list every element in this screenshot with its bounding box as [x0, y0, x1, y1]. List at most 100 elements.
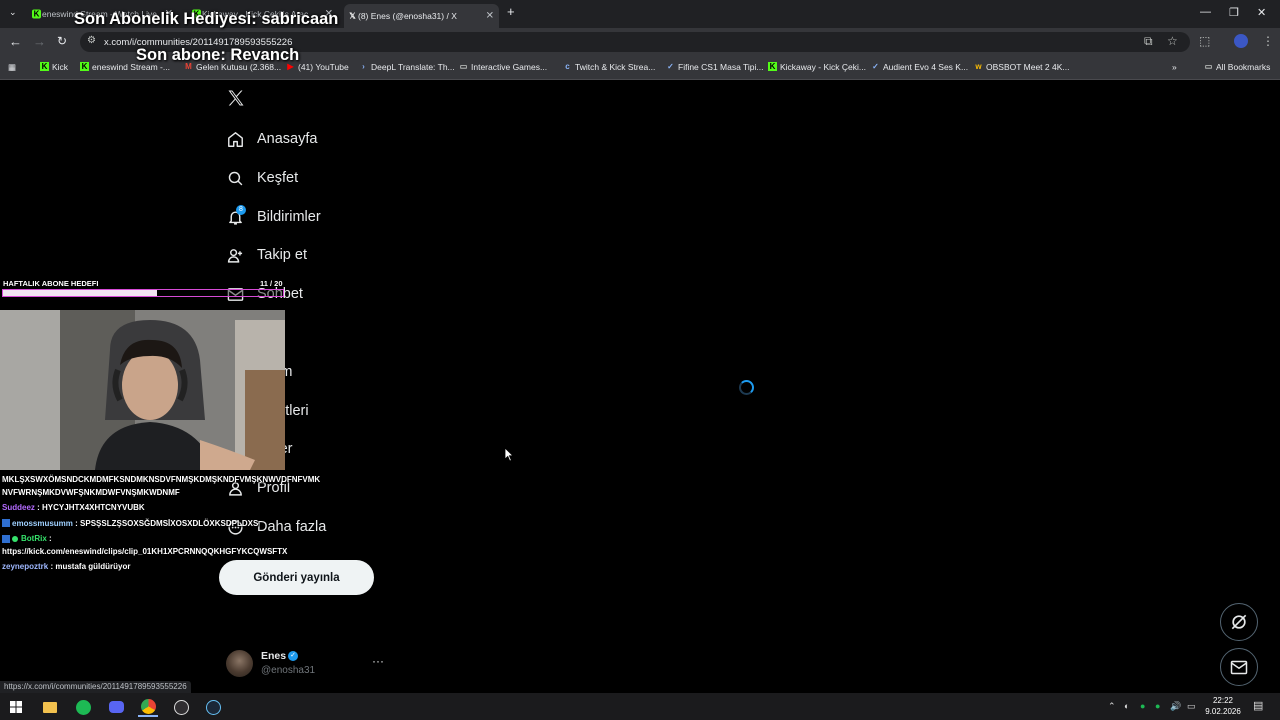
overlay-last-sub: Son abone: Revanch [136, 46, 300, 64]
forward-button[interactable]: → [33, 34, 46, 49]
screen: ⌄ K eneswind Stream - Watch Live ✕ K Kic… [0, 0, 1280, 720]
restore-button[interactable]: ❐ [1229, 6, 1239, 19]
cast-icon[interactable]: ⧉ [1144, 34, 1153, 49]
windows-taskbar: ⌃ ◐ ● ● 🔊 ▭ 22:22 9.02.2026 ▤ [0, 693, 1280, 720]
tab-label: (8) Enes (@enosha31) / X [358, 11, 457, 21]
notification-center-icon[interactable]: ▤ [1253, 699, 1263, 712]
new-tab-button[interactable]: + [507, 4, 515, 19]
nav-explore[interactable]: Keşfet [226, 163, 298, 193]
profile-avatar[interactable] [1234, 34, 1248, 48]
chat-username: zeynepoztrk [2, 562, 49, 571]
nav-home[interactable]: Anasayfa [226, 124, 317, 154]
extensions-icon[interactable]: ⬚ [1199, 34, 1210, 48]
back-button[interactable]: ← [9, 34, 22, 49]
status-bar-url: https://x.com/i/communities/201149178959… [0, 681, 191, 693]
bookmark-item[interactable]: ✓ Fifine CS1 Masa Tipi... [666, 62, 763, 72]
kick-icon: K [32, 9, 41, 19]
kick-icon: K [80, 62, 89, 71]
games-icon: ▭ [459, 62, 468, 71]
webcam-feed [0, 310, 285, 470]
page-scrollbar[interactable] [1270, 81, 1280, 693]
site-info-icon[interactable]: ⚙ [87, 35, 96, 46]
grok-float-button[interactable] [1220, 603, 1258, 641]
account-switcher[interactable]: Enes ✓ @enosha31 ··· [226, 648, 386, 680]
overlay-last-gift-sub: Son Abonelik Hediyesi: sabricaan [74, 10, 339, 28]
file-explorer-icon[interactable] [40, 697, 60, 717]
chat-message: https://kick.com/eneswind/clips/clip_01K… [2, 546, 288, 556]
chat-username: BotRix [21, 534, 47, 543]
apps-icon[interactable]: ▦ [8, 62, 16, 73]
messages-float-button[interactable] [1220, 648, 1258, 686]
cp-icon: c [565, 62, 570, 71]
bookmark-star-icon[interactable]: ☆ [1167, 34, 1178, 48]
badge-icon [2, 519, 10, 528]
nav-label: Anasayfa [257, 131, 318, 147]
discord-icon[interactable] [106, 697, 126, 717]
close-window-button[interactable]: ✕ [1257, 6, 1266, 19]
bookmark-item[interactable]: K Kick [40, 62, 68, 72]
windows-logo-icon [10, 701, 22, 713]
tab-search-icon[interactable]: ⌄ [9, 7, 17, 18]
obs-icon[interactable] [171, 697, 191, 717]
close-icon[interactable]: ✕ [486, 11, 494, 22]
check-icon: ✓ [872, 62, 879, 71]
bookmark-item[interactable]: c Twitch & Kick Strea... [563, 62, 655, 72]
bookmark-item[interactable]: K Kickaway - Kick Çeki... [768, 62, 866, 72]
more-bookmarks-icon[interactable]: » [1172, 62, 1177, 72]
grok-icon [1231, 614, 1247, 630]
steam-icon[interactable] [203, 697, 223, 717]
search-icon [226, 169, 244, 187]
add-user-icon [226, 246, 244, 264]
start-button[interactable] [6, 697, 26, 717]
reload-button[interactable]: ↻ [57, 34, 67, 48]
spotify-tray-icon[interactable]: ● [1155, 701, 1160, 711]
x-icon: 𝕏 [349, 11, 356, 21]
chat-message: NVFWRNŞMKDVWFŞNKMDWFVNŞMKWDNMF [2, 487, 180, 497]
nav-label: Takip et [257, 247, 307, 263]
sub-goal-fill [3, 290, 157, 296]
chat-message: emossmusumm : SPSŞSLZŞSOXSĞDMSİXOSXDLÖXK… [2, 518, 342, 531]
all-bookmarks[interactable]: ▭ All Bookmarks [1204, 62, 1271, 72]
spotify-icon[interactable] [73, 697, 93, 717]
x-logo-icon[interactable] [226, 88, 246, 108]
account-handle: @enosha31 [261, 665, 316, 676]
nav-follow[interactable]: Takip et [226, 240, 307, 270]
chat-message: Suddeez : HYCYJHTX4XHTCNYVUBK [2, 503, 145, 512]
kick-icon: K [40, 62, 49, 71]
mouse-cursor-icon [504, 447, 514, 462]
sub-goal-count: 11 / 20 [260, 279, 283, 288]
notification-badge: 8 [236, 205, 246, 215]
folder-icon: ▭ [1204, 62, 1213, 71]
minimize-button[interactable]: — [1200, 6, 1211, 18]
taskbar-clock[interactable]: 22:22 9.02.2026 [1203, 695, 1243, 717]
bookmark-item[interactable]: w OBSBOT Meet 2 4K... [974, 62, 1069, 72]
tray-overflow-icon[interactable]: ⌃ [1108, 701, 1116, 712]
loading-spinner [739, 380, 754, 395]
steam-tray-icon[interactable]: ◐ [1124, 701, 1129, 711]
obsbot-icon: w [975, 62, 982, 71]
bookmark-item[interactable]: › DeepL Translate: Th... [359, 62, 454, 72]
nvidia-tray-icon[interactable]: ● [1140, 701, 1145, 711]
stream-chat: MKLŞXSWXÖMSNDCKMDMFKSNDMKNSDVFNMŞKDMŞKND… [2, 474, 342, 574]
chrome-icon[interactable] [138, 697, 158, 717]
chat-message: BotRix : [2, 533, 342, 546]
volume-icon[interactable]: 🔊 [1170, 701, 1181, 712]
menu-icon[interactable]: ⋮ [1262, 34, 1274, 48]
account-name: Enes [261, 650, 287, 662]
chat-message: MKLŞXSWXÖMSNDCKMDMFKSNDMKNSDVFNMŞKDMŞKND… [2, 475, 321, 484]
tab-x-profile[interactable]: 𝕏 (8) Enes (@enosha31) / X ✕ [344, 4, 499, 28]
bookmark-item[interactable]: ✓ Audient Evo 4 Ses K... [871, 62, 968, 72]
chat-username: emossmusumm [12, 518, 73, 528]
network-icon[interactable]: ▭ [1187, 701, 1196, 712]
badge-icon [2, 534, 10, 543]
home-icon [226, 130, 244, 148]
clock-time: 22:22 [1212, 696, 1234, 705]
verified-badge-icon: ✓ [288, 651, 298, 661]
bot-badge-icon [12, 535, 18, 542]
more-options-icon[interactable]: ··· [372, 654, 384, 668]
bookmark-item[interactable]: ▭ Interactive Games... [459, 62, 547, 72]
check-icon: ✓ [667, 62, 674, 71]
sub-goal-bar [2, 289, 284, 297]
avatar [226, 650, 253, 677]
deepl-icon: › [362, 62, 365, 71]
